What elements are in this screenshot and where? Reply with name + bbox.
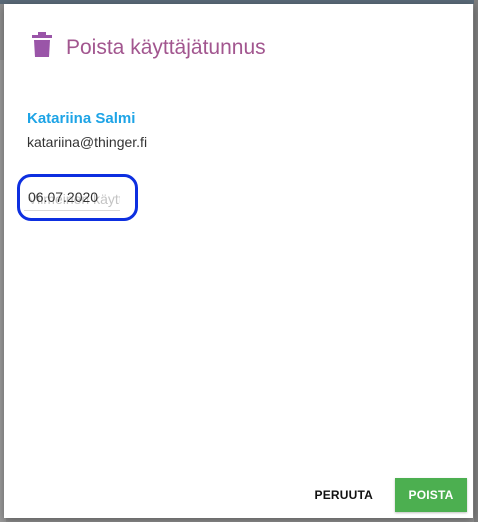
dialog-header: Poista käyttäjätunnus [32, 30, 266, 60]
user-name: Katariina Salmi [27, 110, 136, 127]
dialog-actions: PERUUTA POISTA [302, 478, 467, 512]
trash-icon [32, 32, 52, 58]
delete-button[interactable]: POISTA [395, 478, 467, 512]
delete-account-dialog: Poista käyttäjätunnus Katariina Salmi ka… [4, 4, 473, 518]
user-email: katariina@thinger.fi [27, 134, 148, 150]
cancel-button[interactable]: PERUUTA [302, 480, 385, 510]
focus-highlight [17, 174, 138, 221]
background-page-edge-right [474, 0, 478, 522]
dialog-title: Poista käyttäjätunnus [66, 36, 266, 59]
